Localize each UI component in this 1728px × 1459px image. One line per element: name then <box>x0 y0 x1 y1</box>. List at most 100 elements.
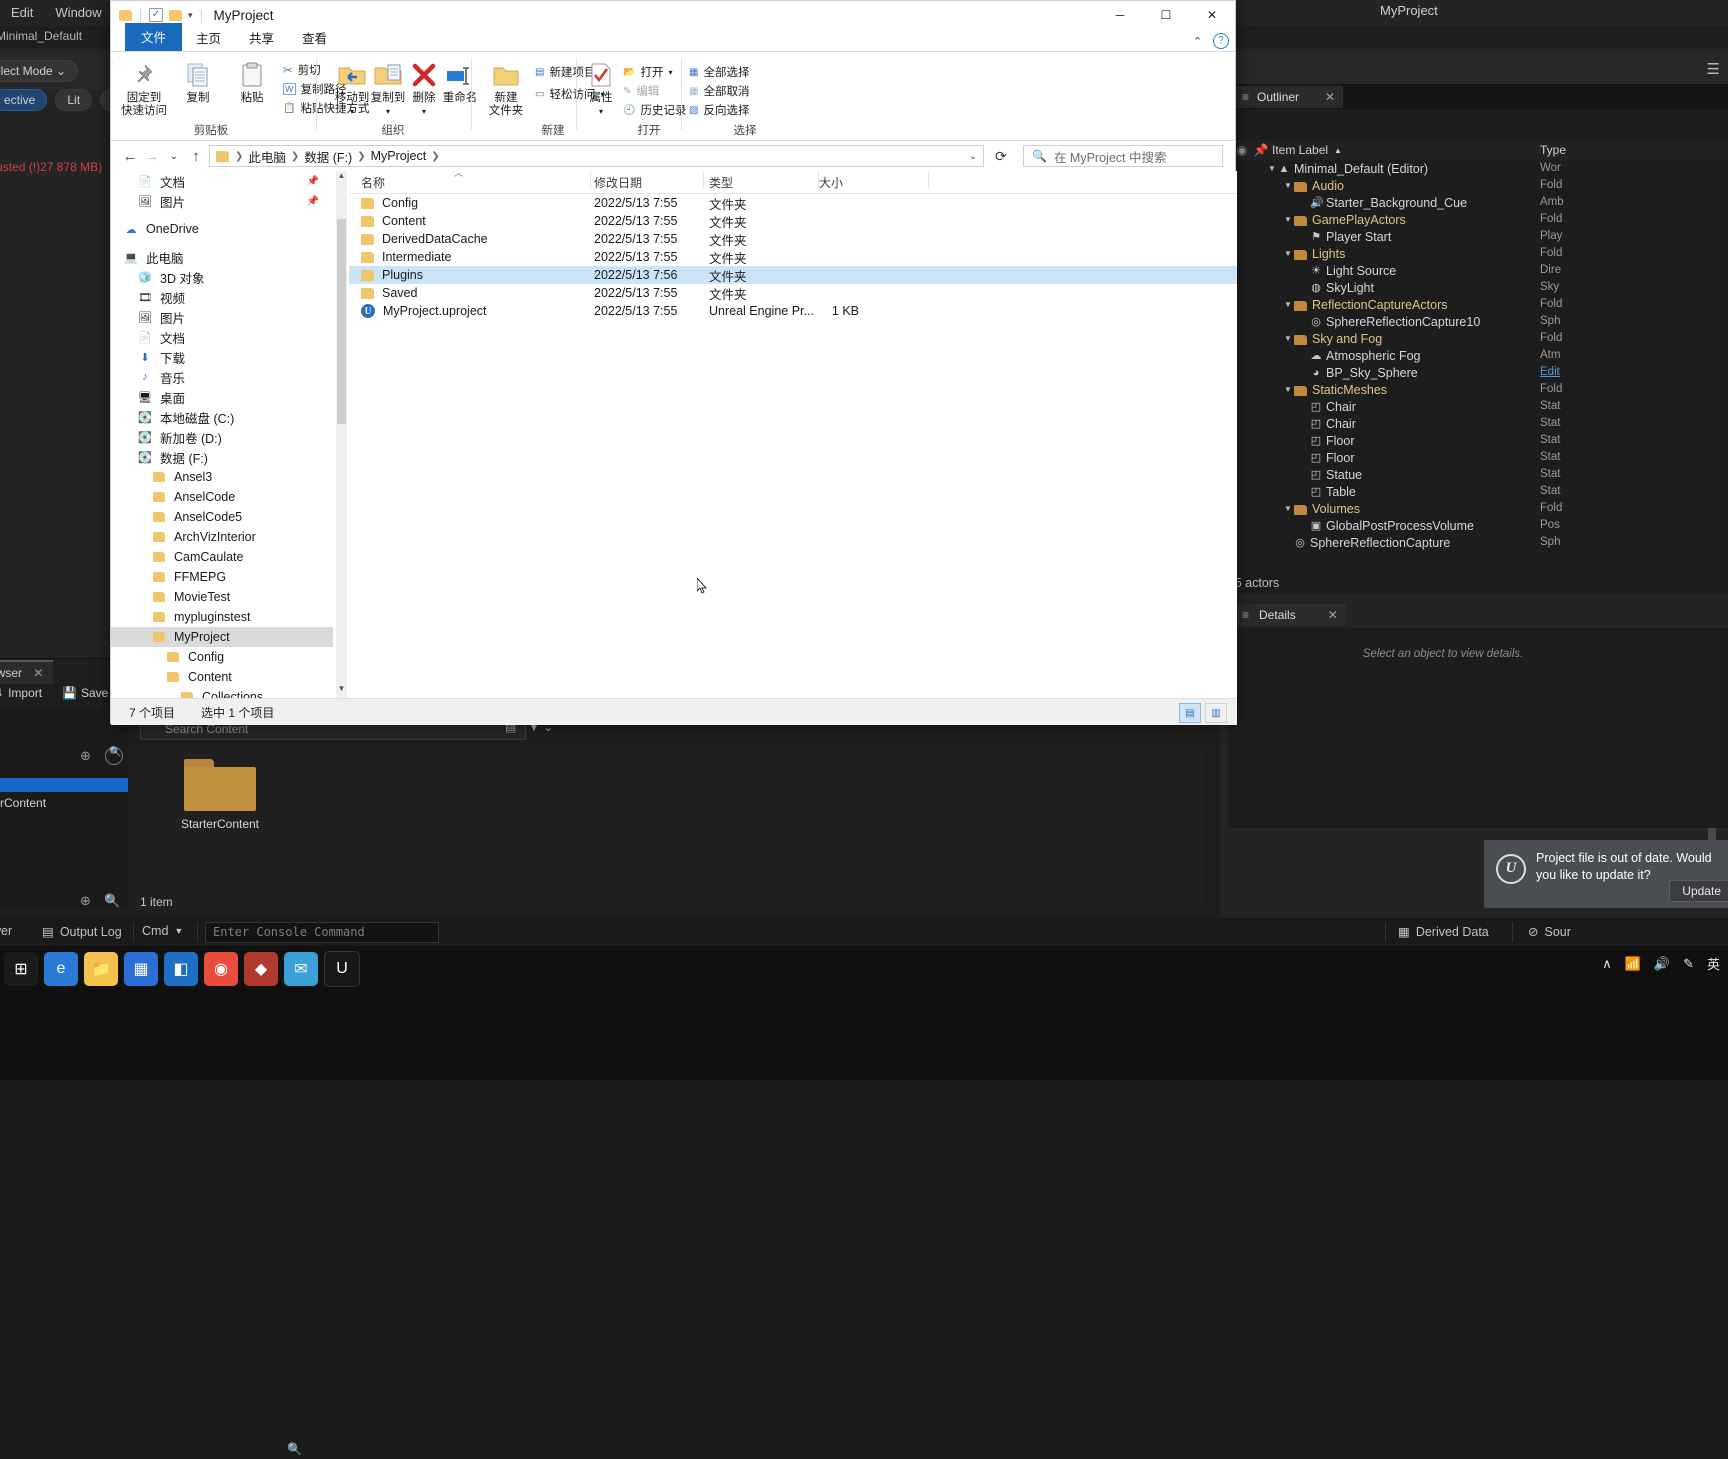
nav-item-ansel3[interactable]: Ansel3 <box>111 467 333 487</box>
invert-selection-button[interactable]: ▧ 反向选择 <box>689 102 749 118</box>
nav-item-3d-[interactable]: 🧊 3D 对象 <box>111 267 333 287</box>
table-row[interactable]: Config 2022/5/13 7:55 文件夹 <box>349 194 1237 212</box>
taskbar-unreal-icon[interactable]: U <box>324 951 360 987</box>
wifi-icon[interactable]: 📶 <box>1625 956 1641 972</box>
forward-button[interactable]: → <box>141 148 163 165</box>
nav-item--[interactable]: ♪ 音乐 <box>111 367 333 387</box>
paste-button[interactable]: 粘贴 <box>223 58 281 105</box>
scroll-thumb[interactable] <box>337 219 346 424</box>
output-log-button[interactable]: ▤ Output Log <box>42 924 122 940</box>
volume-icon[interactable]: 🔊 <box>1654 956 1670 972</box>
collapse-ribbon-icon[interactable]: ⌃ <box>1193 35 1202 48</box>
column-header-2[interactable]: 类型 <box>709 170 819 191</box>
up-button[interactable]: ↑ <box>185 148 207 165</box>
help-icon[interactable]: ? <box>1213 33 1229 49</box>
nav-item--[interactable]: 🎞 视频 <box>111 287 333 307</box>
breadcrumb-item-2[interactable]: MyProject <box>368 149 430 163</box>
chevron-down-icon[interactable]: ▼ <box>1284 334 1294 343</box>
properties-button[interactable]: 属性 ▾ <box>583 58 619 118</box>
table-row[interactable]: Intermediate 2022/5/13 7:55 文件夹 <box>349 248 1237 266</box>
panel-menu-icon[interactable]: ≡ <box>1242 90 1249 104</box>
cut-button[interactable]: ✂ 剪切 <box>283 62 321 78</box>
filters-icon[interactable]: ⊕ <box>80 748 91 764</box>
navigation-scrollbar[interactable]: ▲ ▼ <box>336 171 347 698</box>
derived-data-button[interactable]: ▦ Derived Data <box>1398 924 1489 940</box>
new-folder-quick-icon[interactable] <box>169 9 182 21</box>
back-button[interactable]: ← <box>119 148 141 165</box>
nav-item--c-[interactable]: 💽 本地磁盘 (C:) <box>111 407 333 427</box>
taskbar-media-icon[interactable]: ◆ <box>244 952 278 986</box>
refresh-button[interactable]: ⟳ <box>995 148 1007 165</box>
table-row[interactable]: Saved 2022/5/13 7:55 文件夹 <box>349 284 1237 302</box>
nav-item-content[interactable]: Content <box>111 667 333 687</box>
table-row[interactable]: Plugins 2022/5/13 7:56 文件夹 <box>349 266 1237 284</box>
history-button[interactable]: 🕘 历史记录 <box>623 102 686 118</box>
outliner-col-item-label[interactable]: Item Label <box>1272 143 1328 157</box>
source-control-button[interactable]: ⊘ Sour <box>1528 924 1571 940</box>
nav-item--d-[interactable]: 💽 新加卷 (D:) <box>111 427 333 447</box>
close-button[interactable]: ✕ <box>1189 1 1235 29</box>
visibility-icon[interactable]: ◉ <box>1234 143 1250 157</box>
taskbar-chrome-icon[interactable]: ◉ <box>204 952 238 986</box>
taskbar-edge-icon[interactable]: e <box>44 952 78 986</box>
tab-details[interactable]: ≡ Details ✕ <box>1234 604 1346 625</box>
nav-item-movietest[interactable]: MovieTest <box>111 587 333 607</box>
import-button[interactable]: ⬇ Import <box>0 686 42 700</box>
asset-folder-startercontent[interactable]: StarterContent <box>150 755 290 831</box>
viewport-options-icon[interactable]: ☰ <box>1707 60 1720 78</box>
chevron-down-icon[interactable]: ▼ <box>1284 215 1294 224</box>
close-icon[interactable]: ✕ <box>1328 608 1338 622</box>
ime-tool-icon[interactable]: ✎ <box>1683 956 1694 972</box>
column-header-0[interactable]: 名称 <box>361 170 591 191</box>
viewport-pill-lit[interactable]: Lit <box>55 89 93 111</box>
details-view-button[interactable]: ▤ <box>1179 703 1201 723</box>
nav-item--f-[interactable]: 💽 数据 (F:) <box>111 447 333 467</box>
breadcrumb-item-1[interactable]: 数据 (F:) <box>301 147 355 166</box>
chevron-down-icon[interactable]: ▼ <box>1284 181 1294 190</box>
notification-update-button[interactable]: Update <box>1669 880 1728 902</box>
menu-item-window[interactable]: Window <box>44 0 112 26</box>
nav-item-myproject[interactable]: MyProject <box>111 627 333 647</box>
chevron-down-icon[interactable]: ▼ <box>1284 385 1294 394</box>
nav-item-camcaulate[interactable]: CamCaulate <box>111 547 333 567</box>
nav-item-collections[interactable]: Collections <box>111 687 333 698</box>
chevron-down-icon[interactable]: ▾ <box>188 10 193 21</box>
nav-item--[interactable]: 🖼 图片 📌 <box>111 191 333 211</box>
tab-view[interactable]: 查看 <box>288 25 341 51</box>
content-browser-tab[interactable]: owser ✕ <box>0 660 54 684</box>
close-icon[interactable]: ✕ <box>33 666 43 680</box>
sources-search-icon[interactable]: 🔍 <box>105 747 123 765</box>
chevron-down-icon[interactable]: ▼ <box>1284 249 1294 258</box>
nav-item-ffmepg[interactable]: FFMEPG <box>111 567 333 587</box>
pin-icon[interactable]: 📌 <box>307 196 319 207</box>
content-browser-selected-source[interactable] <box>0 778 128 792</box>
tray-expand-icon[interactable]: ∧ <box>1602 956 1612 972</box>
select-all-button[interactable]: ▦ 全部选择 <box>689 64 749 80</box>
chevron-down-icon[interactable]: ▼ <box>1268 164 1278 173</box>
nav-item--[interactable]: 🖥 桌面 <box>111 387 333 407</box>
nav-item-archvizinterior[interactable]: ArchVizInterior <box>111 527 333 547</box>
table-row[interactable]: DerivedDataCache 2022/5/13 7:55 文件夹 <box>349 230 1237 248</box>
pin-icon[interactable]: 📌 <box>1250 143 1272 157</box>
breadcrumb-item-0[interactable]: 此电脑 <box>245 147 289 166</box>
table-row[interactable]: U MyProject.uproject 2022/5/13 7:55 Unreal … <box>349 302 1237 320</box>
column-header-1[interactable]: 修改日期 <box>594 170 704 191</box>
address-bar[interactable]: ❯ 此电脑 ❯ 数据 (F:) ❯ MyProject ❯ ⌄ <box>209 145 984 167</box>
address-dropdown-icon[interactable]: ⌄ <box>969 151 977 162</box>
taskbar-explorer-icon[interactable]: 📁 <box>84 952 118 986</box>
column-header-3[interactable]: 大小 <box>819 170 929 191</box>
tab-file[interactable]: 文件 <box>125 23 183 51</box>
nav-item-onedrive[interactable]: ☁ OneDrive <box>111 219 333 239</box>
ime-language-label[interactable]: 英 <box>1707 954 1720 973</box>
taskbar-store-icon[interactable]: ▦ <box>124 952 158 986</box>
nav-item--[interactable]: 📄 文档 <box>111 327 333 347</box>
nav-item--[interactable]: 📄 文档 📌 <box>111 171 333 191</box>
taskbar-wechat-icon[interactable]: ✉ <box>284 952 318 986</box>
search-box[interactable]: 🔍 在 MyProject 中搜索 <box>1023 145 1223 167</box>
close-icon[interactable]: ✕ <box>1325 90 1335 104</box>
console-command-input[interactable]: Enter Console Command <box>205 922 439 943</box>
nav-item-mypluginstest[interactable]: mypluginstest <box>111 607 333 627</box>
outliner-col-type-label[interactable]: Type <box>1540 143 1566 157</box>
large-icons-view-button[interactable]: ▥ <box>1205 703 1227 723</box>
pin-to-quick-access-button[interactable]: 固定到 快速访问 <box>115 58 173 118</box>
